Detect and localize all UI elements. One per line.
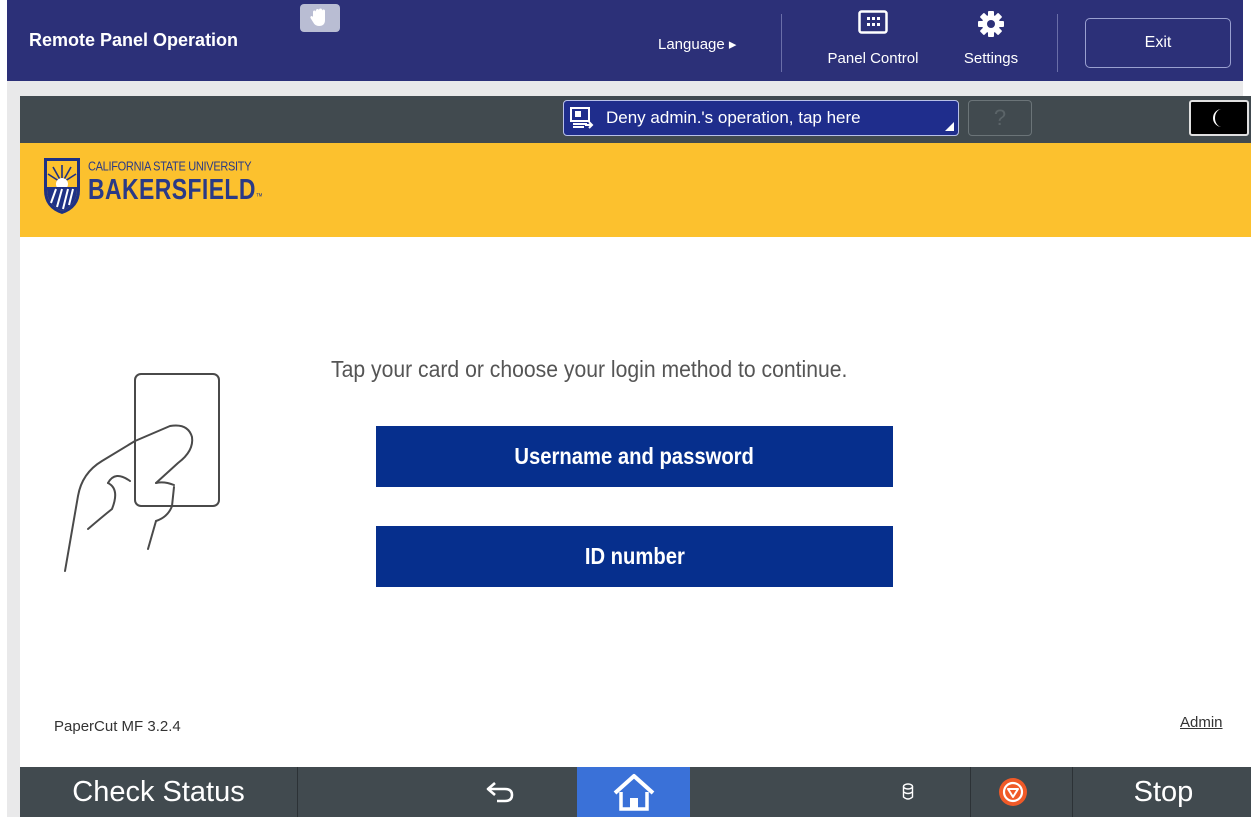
- app-version: PaperCut MF 3.2.4: [54, 718, 181, 735]
- remote-operation-icon: [570, 107, 594, 129]
- trademark: ™: [255, 191, 264, 201]
- username-password-button[interactable]: Username and password: [376, 426, 893, 487]
- id-number-button[interactable]: ID number: [376, 526, 893, 587]
- language-menu[interactable]: Language ▸: [658, 35, 736, 53]
- help-button[interactable]: ?: [968, 100, 1032, 136]
- home-icon[interactable]: [577, 767, 690, 817]
- title-bar: Remote Panel Operation Language ▸ Panel …: [7, 0, 1243, 81]
- check-status-button[interactable]: Check Status: [20, 767, 298, 817]
- panel-control-button[interactable]: Panel Control: [813, 10, 933, 67]
- brand-banner: CALIFORNIA STATE UNIVERSITY BAKERSFIELD™: [20, 143, 1251, 237]
- moon-icon[interactable]: [1189, 100, 1249, 136]
- dropdown-corner-icon: [945, 122, 954, 131]
- device-bottom-bar: Check Status Stop: [20, 767, 1251, 817]
- data-indicator-icon: [902, 783, 914, 806]
- keypad-icon: [813, 10, 933, 38]
- shield-icon: [44, 158, 80, 214]
- university-logo: CALIFORNIA STATE UNIVERSITY BAKERSFIELD™: [42, 156, 294, 216]
- logo-line-1: CALIFORNIA STATE UNIVERSITY: [88, 159, 252, 174]
- username-password-label: Username and password: [514, 443, 755, 469]
- back-icon[interactable]: [460, 767, 540, 817]
- remote-panel-frame: Deny admin.'s operation, tap here ? CALI…: [7, 81, 1251, 817]
- stop-icon[interactable]: [998, 777, 1028, 812]
- id-number-label: ID number: [584, 543, 685, 569]
- logo-line-2: BAKERSFIELD: [88, 173, 256, 206]
- stop-button[interactable]: Stop: [1072, 767, 1251, 817]
- app-title: Remote Panel Operation: [29, 30, 239, 50]
- system-status-bar: Deny admin.'s operation, tap here ?: [20, 96, 1251, 143]
- deny-admin-operation-button[interactable]: Deny admin.'s operation, tap here: [563, 100, 959, 136]
- card-tap-illustration: [60, 371, 230, 596]
- settings-label: Settings: [963, 50, 1019, 67]
- divider: [1057, 14, 1058, 72]
- divider: [970, 767, 971, 817]
- hand-icon[interactable]: [300, 4, 340, 32]
- exit-button[interactable]: Exit: [1085, 18, 1231, 68]
- deny-label: Deny admin.'s operation, tap here: [606, 108, 861, 127]
- device-screen: Deny admin.'s operation, tap here ? CALI…: [20, 96, 1251, 817]
- admin-link[interactable]: Admin: [1180, 714, 1223, 731]
- panel-control-label: Panel Control: [827, 50, 919, 67]
- settings-button[interactable]: Settings: [951, 10, 1031, 67]
- gear-icon: [951, 10, 1031, 38]
- divider: [781, 14, 782, 72]
- login-prompt: Tap your card or choose your login metho…: [331, 356, 848, 382]
